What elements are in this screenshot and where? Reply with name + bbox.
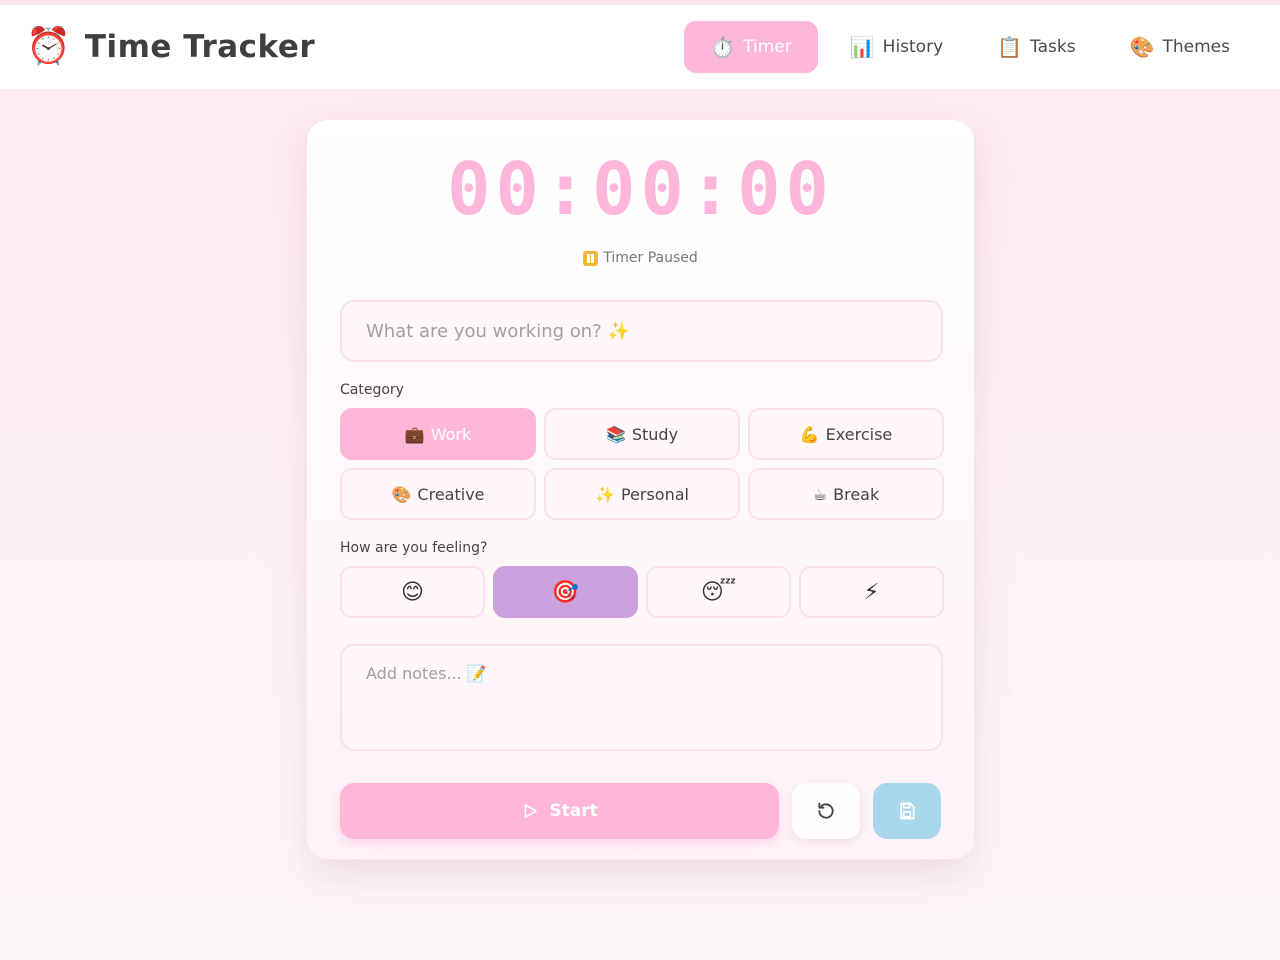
brand: ⏰ Time Tracker [26, 26, 316, 67]
category-label-text: Creative [417, 484, 485, 504]
nav-item-label: Timer [743, 37, 792, 57]
nav-item-label: Themes [1162, 37, 1231, 57]
mood-focused-button[interactable]: 🎯 [493, 566, 638, 618]
top-bar: ⏰ Time Tracker ⏱️ Timer 📊 History 📋 Task… [0, 5, 1280, 89]
start-button-label: Start [549, 801, 598, 821]
alarm-clock-icon: ⏰ [26, 26, 71, 67]
mood-happy-button[interactable]: 😊 [340, 566, 485, 618]
mood-selector: 😊 🎯 😴 ⚡ [340, 566, 944, 618]
timer-display: 00:00:00 [447, 147, 834, 231]
category-personal-button[interactable]: ✨ Personal [544, 468, 740, 520]
sleeping-face-icon: 😴 [700, 579, 737, 605]
nav-item-label: History [882, 37, 944, 57]
lightning-icon: ⚡ [863, 579, 880, 605]
timer-actions: Start [340, 783, 941, 839]
mood-energetic-button[interactable]: ⚡ [799, 566, 944, 618]
bar-chart-icon: 📊 [849, 35, 875, 59]
category-work-button[interactable]: 💼 Work [340, 408, 536, 460]
start-button[interactable]: Start [340, 783, 780, 839]
category-study-button[interactable]: 📚 Study [544, 408, 740, 460]
clipboard-icon: 📋 [997, 35, 1023, 59]
sparkles-icon: ✨ [595, 484, 615, 504]
save-button[interactable] [873, 783, 941, 839]
category-label-text: Personal [620, 484, 689, 504]
reset-button[interactable] [792, 783, 861, 839]
play-icon [525, 804, 538, 818]
category-label-text: Break [833, 484, 880, 504]
reset-icon [818, 802, 834, 819]
nav-item-history[interactable]: 📊 History [828, 21, 965, 73]
category-exercise-button[interactable]: 💪 Exercise [748, 408, 944, 460]
palette-icon: 🎨 [1129, 35, 1155, 59]
notes-textarea[interactable] [340, 644, 943, 751]
nav-item-label: Tasks [1030, 37, 1076, 57]
smiling-face-icon: 😊 [401, 579, 424, 605]
timer-card: 00:00:00 Timer Paused Category 💼 Work 📚 … [306, 119, 975, 860]
timer-status: Timer Paused [340, 250, 941, 266]
category-grid: 💼 Work 📚 Study 💪 Exercise 🎨 Creative ✨ P… [340, 408, 944, 520]
category-break-button[interactable]: ☕ Break [748, 468, 944, 520]
coffee-icon: ☕ [812, 484, 828, 504]
category-label-text: Work [430, 424, 472, 444]
nav-item-themes[interactable]: 🎨 Themes [1108, 21, 1252, 73]
mood-tired-button[interactable]: 😴 [646, 566, 791, 618]
mood-label: How are you feeling? [340, 540, 488, 556]
task-input[interactable] [340, 300, 943, 362]
category-label-text: Exercise [825, 424, 893, 444]
target-icon: 🎯 [551, 579, 580, 605]
palette-icon: 🎨 [391, 484, 412, 504]
category-creative-button[interactable]: 🎨 Creative [340, 468, 536, 520]
nav-item-tasks[interactable]: 📋 Tasks [975, 21, 1097, 73]
timer-status-text: Timer Paused [603, 250, 698, 266]
category-label-text: Study [631, 424, 679, 444]
briefcase-icon: 💼 [404, 424, 425, 444]
category-label: Category [340, 382, 404, 398]
pause-icon [583, 250, 599, 266]
flexed-biceps-icon: 💪 [799, 424, 820, 444]
stopwatch-icon: ⏱️ [710, 35, 736, 59]
floppy-disk-icon [900, 802, 915, 820]
nav-item-timer[interactable]: ⏱️ Timer [684, 21, 818, 73]
books-icon: 📚 [605, 424, 626, 444]
app-title: Time Tracker [84, 29, 316, 65]
main-nav: ⏱️ Timer 📊 History 📋 Tasks 🎨 Themes [684, 21, 1252, 73]
